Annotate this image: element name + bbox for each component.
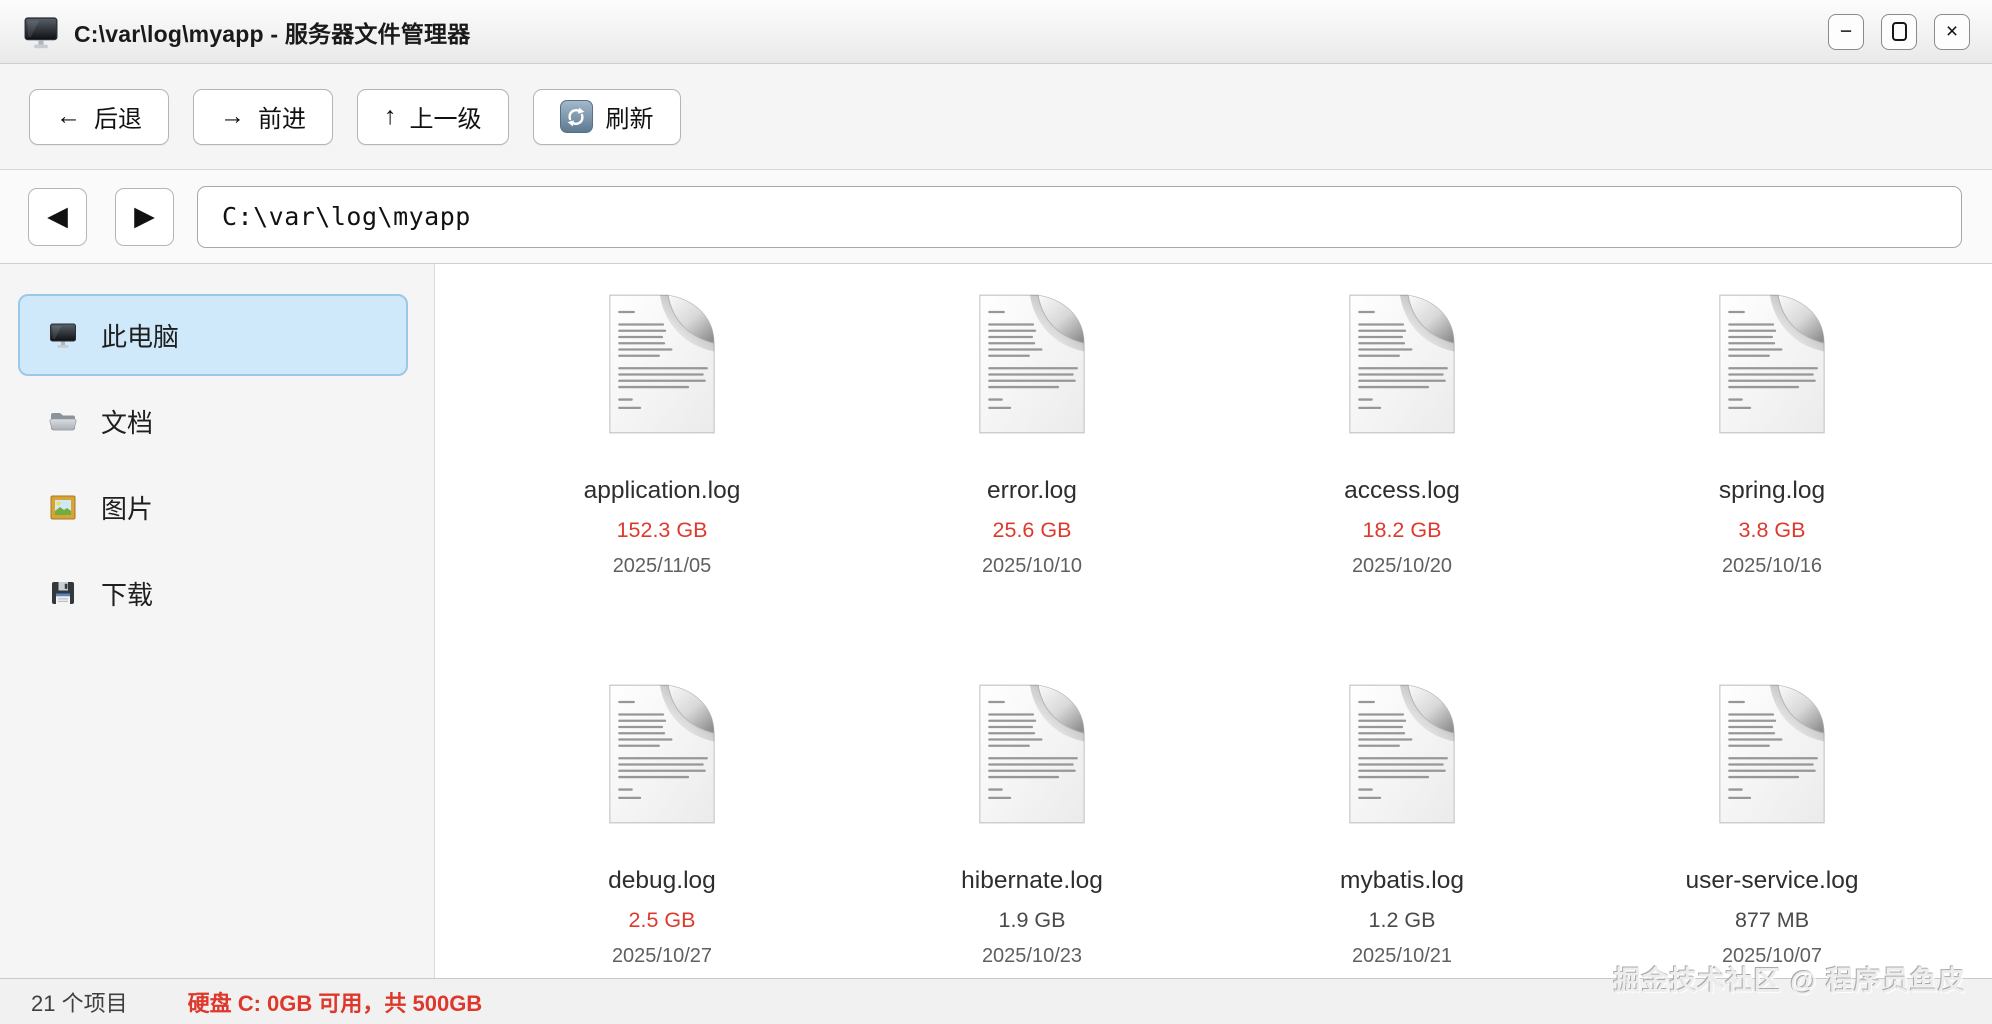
floppy-disk-icon: [52, 582, 74, 604]
sidebar-item-documents[interactable]: 文档: [18, 380, 408, 462]
refresh-label: 刷新: [605, 106, 654, 133]
file-item[interactable]: user-service.log 877 MB 2025/10/07: [1587, 681, 1957, 1024]
file-item[interactable]: spring.log 3.8 GB 2025/10/16: [1587, 291, 1957, 681]
nav-back-icon: ◀: [47, 201, 68, 231]
toolbar: ← 后退 → 前进 ↑ 上一级 刷新: [0, 64, 1992, 170]
file-date: 2025/10/27: [611, 945, 713, 967]
file-item[interactable]: mybatis.log 1.2 GB 2025/10/21: [1217, 681, 1587, 1024]
up-arrow-icon: ↑: [384, 102, 397, 130]
window-controls: − ×: [1828, 13, 1970, 50]
minimize-button[interactable]: −: [1828, 13, 1864, 50]
computer-icon: [24, 16, 58, 49]
up-label: 上一级: [409, 106, 482, 133]
nav-forward-icon: ▶: [134, 201, 155, 231]
file-name: debug.log: [608, 867, 716, 894]
file-item[interactable]: debug.log 2.5 GB 2025/10/27: [477, 681, 847, 1024]
items-count: 21 个项目: [31, 990, 128, 1016]
window-title: C:\var\log\myapp - 服务器文件管理器: [74, 20, 471, 47]
disk-usage-warning: 硬盘 C: 0GB 可用，共 500GB: [187, 990, 483, 1016]
back-label: 后退: [94, 106, 142, 133]
file-size: 3.8 GB: [1738, 518, 1806, 542]
forward-arrow-icon: →: [220, 102, 245, 130]
file-name: application.log: [583, 477, 741, 504]
monitor-icon: [50, 323, 76, 349]
document-icon: [979, 684, 1085, 824]
file-name: hibernate.log: [961, 867, 1103, 894]
file-grid: application.log 152.3 GB 2025/11/05 erro…: [435, 264, 1992, 978]
back-arrow-icon: ←: [56, 102, 81, 130]
document-icon: [1349, 684, 1455, 824]
file-size: 25.6 GB: [992, 518, 1072, 542]
picture-icon: [50, 495, 76, 520]
maximize-icon: [1891, 22, 1907, 41]
file-size: 2.5 GB: [628, 908, 696, 932]
back-button[interactable]: ← 后退: [29, 88, 169, 145]
content-area: 此电脑 文档 图片 下载 application.log 152.3 GB 20…: [0, 264, 1992, 978]
document-icon: [1719, 684, 1825, 824]
file-date: 2025/10/10: [981, 555, 1083, 577]
maximize-button[interactable]: [1881, 13, 1917, 50]
up-level-button[interactable]: ↑ 上一级: [357, 88, 509, 145]
sidebar-item-label: 图片: [101, 493, 154, 524]
file-size: 877 MB: [1734, 908, 1810, 932]
sidebar-item-label: 下载: [101, 579, 154, 610]
sidebar-item-label: 此电脑: [101, 321, 180, 352]
close-button[interactable]: ×: [1934, 13, 1970, 50]
file-name: mybatis.log: [1340, 867, 1464, 894]
sidebar-item-this-pc[interactable]: 此电脑: [18, 294, 408, 376]
titlebar: C:\var\log\myapp - 服务器文件管理器 − ×: [0, 0, 1992, 64]
path-input[interactable]: C:\var\log\myapp: [197, 185, 1962, 248]
file-size: 1.9 GB: [998, 908, 1066, 932]
file-item[interactable]: application.log 152.3 GB 2025/11/05: [477, 291, 847, 681]
sidebar: 此电脑 文档 图片 下载: [0, 264, 435, 978]
sidebar-item-label: 文档: [101, 407, 154, 438]
file-date: 2025/10/21: [1351, 945, 1453, 967]
minimize-icon: −: [1839, 20, 1853, 43]
forward-button[interactable]: → 前进: [193, 88, 333, 145]
nav-forward-button[interactable]: ▶: [115, 187, 174, 246]
file-date: 2025/11/05: [612, 555, 712, 577]
file-name: spring.log: [1718, 477, 1826, 504]
nav-back-button[interactable]: ◀: [28, 187, 87, 246]
file-date: 2025/10/07: [1721, 945, 1823, 967]
file-manager-window: C:\var\log\myapp - 服务器文件管理器 − × ← 后退 → 前…: [0, 0, 1992, 1024]
file-item[interactable]: error.log 25.6 GB 2025/10/10: [847, 291, 1217, 681]
address-bar: ◀ ▶ C:\var\log\myapp: [0, 170, 1992, 264]
document-icon: [1719, 294, 1825, 434]
file-size: 18.2 GB: [1362, 518, 1442, 542]
file-name: access.log: [1344, 477, 1460, 504]
file-date: 2025/10/23: [981, 945, 1083, 967]
forward-label: 前进: [258, 106, 306, 133]
file-size: 152.3 GB: [616, 518, 708, 542]
file-name: user-service.log: [1685, 867, 1859, 894]
file-item[interactable]: access.log 18.2 GB 2025/10/20: [1217, 291, 1587, 681]
file-date: 2025/10/16: [1721, 555, 1823, 577]
document-icon: [979, 294, 1085, 434]
sidebar-item-pictures[interactable]: 图片: [18, 466, 408, 548]
file-name: error.log: [987, 477, 1077, 504]
document-icon: [609, 294, 715, 434]
document-icon: [609, 684, 715, 824]
file-date: 2025/10/20: [1351, 555, 1453, 577]
folder-icon: [49, 413, 77, 431]
close-icon: ×: [1945, 20, 1959, 43]
sidebar-item-downloads[interactable]: 下载: [18, 552, 408, 634]
refresh-button[interactable]: 刷新: [532, 88, 681, 145]
document-icon: [1349, 294, 1455, 434]
refresh-icon: [559, 100, 593, 133]
file-item[interactable]: hibernate.log 1.9 GB 2025/10/23: [847, 681, 1217, 1024]
file-size: 1.2 GB: [1368, 908, 1436, 932]
